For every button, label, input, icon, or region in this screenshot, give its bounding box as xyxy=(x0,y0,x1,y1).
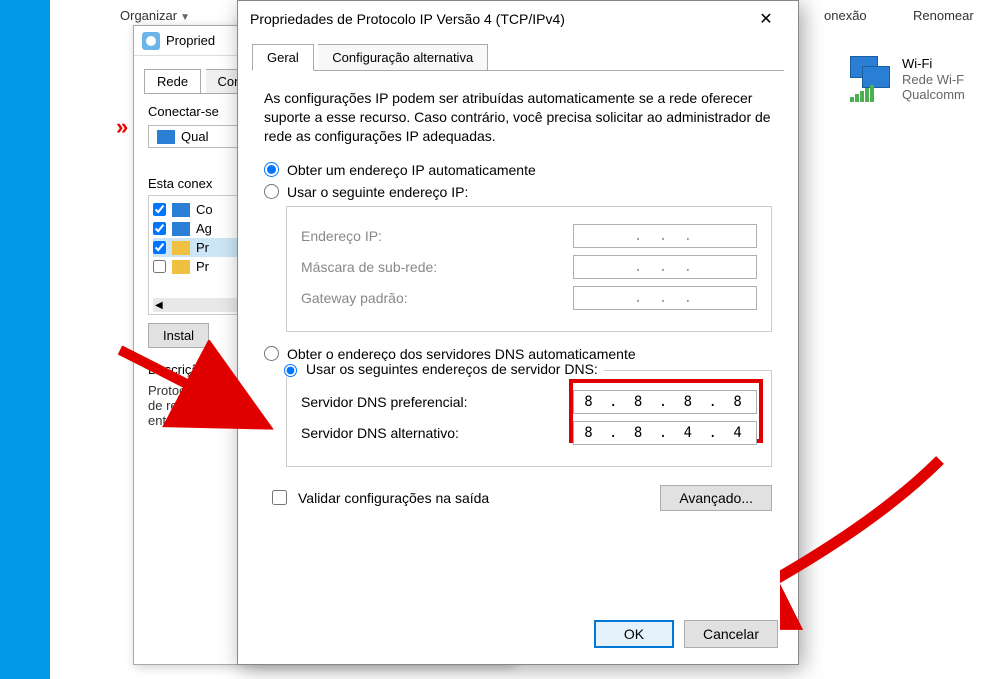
input-dns-pref[interactable]: 8 . 8 . 8 . 8 xyxy=(573,390,757,414)
organizar-menu[interactable]: Organizar▼ xyxy=(120,8,190,23)
adapter-name: Qual xyxy=(181,129,208,144)
wifi-line3: Qualcomm xyxy=(902,87,965,103)
toolbar-conexao[interactable]: onexão xyxy=(824,8,867,23)
ipv4-tabs: Geral Configuração alternativa xyxy=(252,43,784,71)
ip-fieldset: Endereço IP: . . . Máscara de sub-rede: … xyxy=(286,206,772,332)
protocol-icon xyxy=(172,260,190,274)
item-label: Co xyxy=(196,202,213,217)
bg-title: Propried xyxy=(166,33,215,48)
checkbox[interactable] xyxy=(153,203,166,216)
input-mask: . . . xyxy=(573,255,757,279)
radio-dns-auto-label: Obter o endereço dos servidores DNS auto… xyxy=(287,346,636,362)
validate-checkbox-row[interactable]: Validar configurações na saída xyxy=(268,487,489,508)
validate-label: Validar configurações na saída xyxy=(298,490,489,506)
radio-ip-auto[interactable] xyxy=(264,162,279,177)
label-dns-pref: Servidor DNS preferencial: xyxy=(301,394,468,410)
cancel-button[interactable]: Cancelar xyxy=(684,620,778,648)
network-icon xyxy=(142,32,160,50)
wifi-adapter-icon xyxy=(850,56,896,102)
advanced-button[interactable]: Avançado... xyxy=(660,485,772,511)
radio-ip-auto-label: Obter um endereço IP automaticamente xyxy=(287,162,536,178)
radio-dns-manual[interactable] xyxy=(284,364,297,377)
wifi-title: Wi-Fi xyxy=(902,56,965,72)
validate-checkbox[interactable] xyxy=(272,490,287,505)
desktop-blue-strip xyxy=(0,0,50,679)
organizar-label: Organizar xyxy=(120,8,177,23)
checkbox[interactable] xyxy=(153,260,166,273)
ipv4-properties-dialog: Propriedades de Protocolo IP Versão 4 (T… xyxy=(237,0,799,665)
label-gateway: Gateway padrão: xyxy=(301,290,408,306)
wifi-adapter-text: Wi-Fi Rede Wi-F Qualcomm xyxy=(902,56,965,112)
radio-dns-manual-label: Usar os seguintes endereços de servidor … xyxy=(306,361,598,377)
input-gateway: . . . xyxy=(573,286,757,310)
info-text: As configurações IP podem ser atribuídas… xyxy=(264,89,772,146)
protocol-icon xyxy=(172,241,190,255)
radio-dns-auto[interactable] xyxy=(264,346,279,361)
protocol-icon xyxy=(172,203,190,217)
toolbar-renomear[interactable]: Renomear xyxy=(913,8,974,23)
ok-button[interactable]: OK xyxy=(594,620,674,648)
input-ip: . . . xyxy=(573,224,757,248)
item-label: Pr xyxy=(196,240,209,255)
checkbox[interactable] xyxy=(153,241,166,254)
radio-ip-manual-label: Usar o seguinte endereço IP: xyxy=(287,184,468,200)
arrow-annotation-2 xyxy=(780,450,960,650)
protocol-icon xyxy=(172,222,190,236)
dns-fieldset: Usar os seguintes endereços de servidor … xyxy=(286,370,772,467)
tab-rede[interactable]: Rede xyxy=(144,69,201,93)
red-x-annotation: » xyxy=(116,114,128,140)
label-ip: Endereço IP: xyxy=(301,228,382,244)
adapter-mini-icon xyxy=(157,130,175,144)
wifi-line2: Rede Wi-F xyxy=(902,72,965,88)
tab-geral[interactable]: Geral xyxy=(252,44,314,71)
wifi-adapter-item[interactable]: Wi-Fi Rede Wi-F Qualcomm xyxy=(850,56,1000,112)
item-label: Pr xyxy=(196,259,209,274)
close-button[interactable]: ✕ xyxy=(746,9,786,29)
label-dns-alt: Servidor DNS alternativo: xyxy=(301,425,459,441)
item-label: Ag xyxy=(196,221,212,236)
tab-config-alternativa[interactable]: Configuração alternativa xyxy=(318,44,488,71)
ipv4-titlebar: Propriedades de Protocolo IP Versão 4 (T… xyxy=(238,1,798,37)
install-button[interactable]: Instal xyxy=(148,323,209,348)
label-mask: Máscara de sub-rede: xyxy=(301,259,437,275)
radio-ip-manual[interactable] xyxy=(264,184,279,199)
dropdown-icon: ▼ xyxy=(180,12,190,23)
dialog-title: Propriedades de Protocolo IP Versão 4 (T… xyxy=(250,11,565,27)
input-dns-alt[interactable]: 8 . 8 . 4 . 4 xyxy=(573,421,757,445)
radio-dns-auto-row[interactable]: Obter o endereço dos servidores DNS auto… xyxy=(264,346,772,362)
radio-ip-manual-row[interactable]: Usar o seguinte endereço IP: xyxy=(264,184,772,200)
adapter-selector[interactable]: Qual xyxy=(148,125,238,148)
radio-ip-auto-row[interactable]: Obter um endereço IP automaticamente xyxy=(264,162,772,178)
checkbox[interactable] xyxy=(153,222,166,235)
